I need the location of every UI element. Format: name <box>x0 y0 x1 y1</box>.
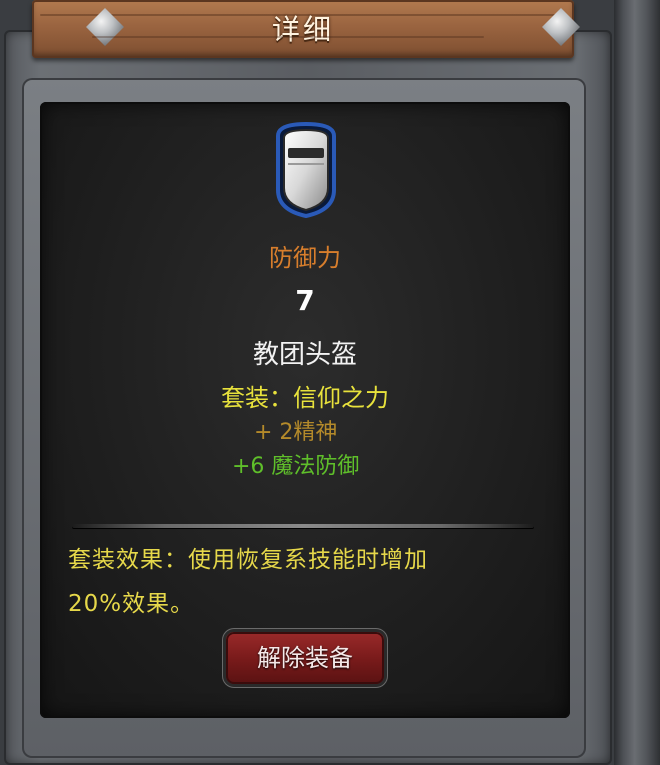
divider <box>72 524 534 528</box>
set-effect-line: 套装效果：使用恢复系技能时增加 <box>68 547 428 573</box>
item-name: 教团头盔 <box>252 340 357 370</box>
adjacent-panel-edge <box>614 0 660 765</box>
set-bonus-spirit: + 2精神 <box>254 420 338 445</box>
set-effect-description: 套装效果：使用恢复系技能时增加 20%效果。 <box>68 538 508 626</box>
set-bonus-magic-defense: +6 魔法防御 <box>232 454 360 479</box>
stat-value: 7 <box>295 284 315 317</box>
set-effect-line: 20%效果。 <box>68 591 195 617</box>
set-name: 套装：信仰之力 <box>221 384 389 412</box>
stat-label: 防御力 <box>269 244 341 272</box>
helmet-icon <box>268 120 344 220</box>
title-plank: 详细 <box>32 0 580 58</box>
window-title: 详细 <box>271 13 334 46</box>
unequip-button[interactable]: 解除装备 <box>226 632 384 684</box>
